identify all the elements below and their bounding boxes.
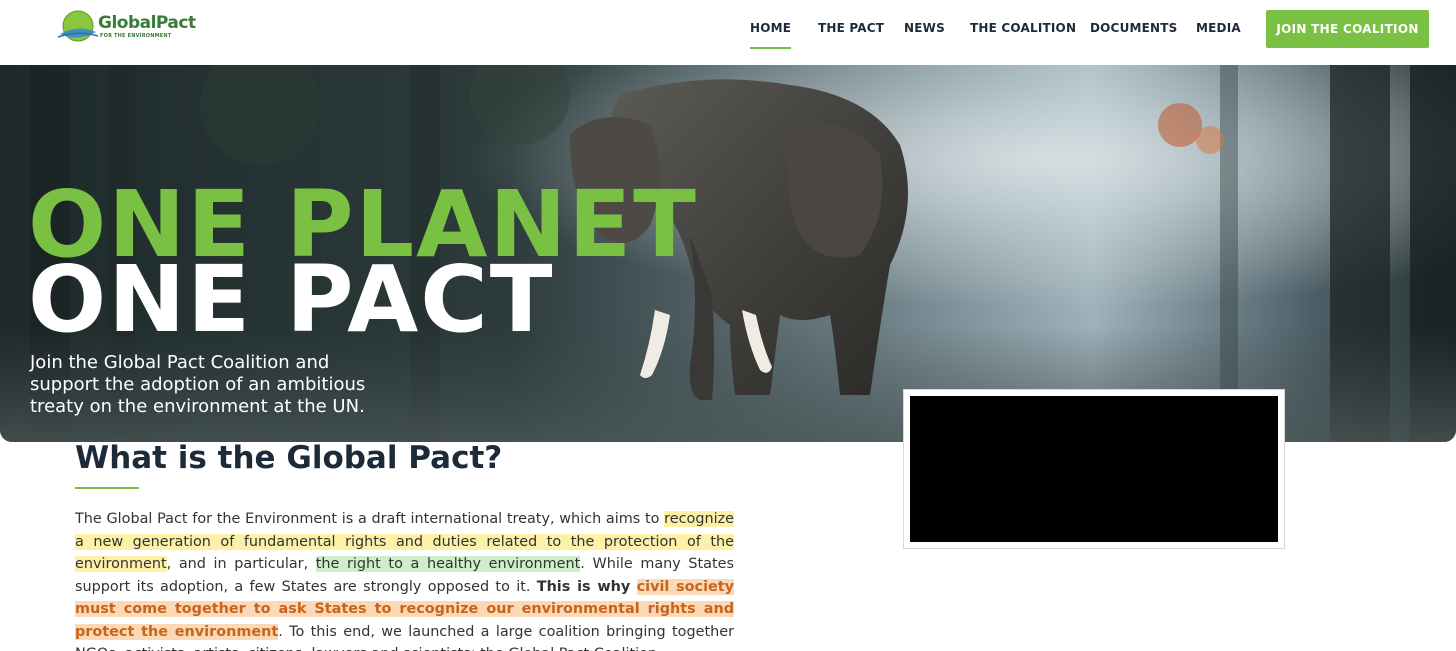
globe-logo-icon bbox=[57, 10, 99, 42]
intro-paragraph: The Global Pact for the Environment is a… bbox=[75, 508, 735, 651]
para-text-4 bbox=[630, 579, 636, 595]
highlight-healthy-environment: the right to a healthy environment bbox=[315, 556, 581, 572]
hero-subtitle: Join the Global Pact Coalition and suppo… bbox=[30, 352, 366, 417]
para-strong-this-is-why: This is why bbox=[536, 578, 631, 595]
site-header: GlobalPact FOR THE ENVIRONMENT HOME THE … bbox=[0, 0, 1456, 65]
site-logo[interactable]: GlobalPact FOR THE ENVIRONMENT bbox=[56, 10, 196, 48]
logo-text: GlobalPact bbox=[98, 13, 196, 33]
para-text-1: The Global Pact for the Environment is a… bbox=[75, 511, 665, 527]
title-underline bbox=[75, 487, 139, 489]
video-embed[interactable] bbox=[903, 389, 1285, 549]
hero-banner: ONE PLANET ONE PACT Join the Global Pact… bbox=[0, 65, 1456, 442]
video-player[interactable] bbox=[910, 396, 1278, 542]
para-text-2: , and in particular, bbox=[166, 556, 316, 572]
nav-the-coalition[interactable]: THE COALITION bbox=[970, 21, 1076, 35]
nav-the-pact[interactable]: THE PACT bbox=[818, 21, 884, 35]
nav-media[interactable]: MEDIA bbox=[1196, 21, 1241, 35]
join-coalition-button[interactable]: JOIN THE COALITION bbox=[1266, 10, 1429, 48]
nav-news[interactable]: NEWS bbox=[904, 21, 945, 35]
section-title: What is the Global Pact? bbox=[75, 440, 503, 476]
nav-documents[interactable]: DOCUMENTS bbox=[1090, 21, 1178, 35]
nav-home[interactable]: HOME bbox=[750, 21, 792, 49]
logo-tagline: FOR THE ENVIRONMENT bbox=[100, 33, 172, 39]
hero-title-one-pact: ONE PACT bbox=[28, 246, 555, 353]
